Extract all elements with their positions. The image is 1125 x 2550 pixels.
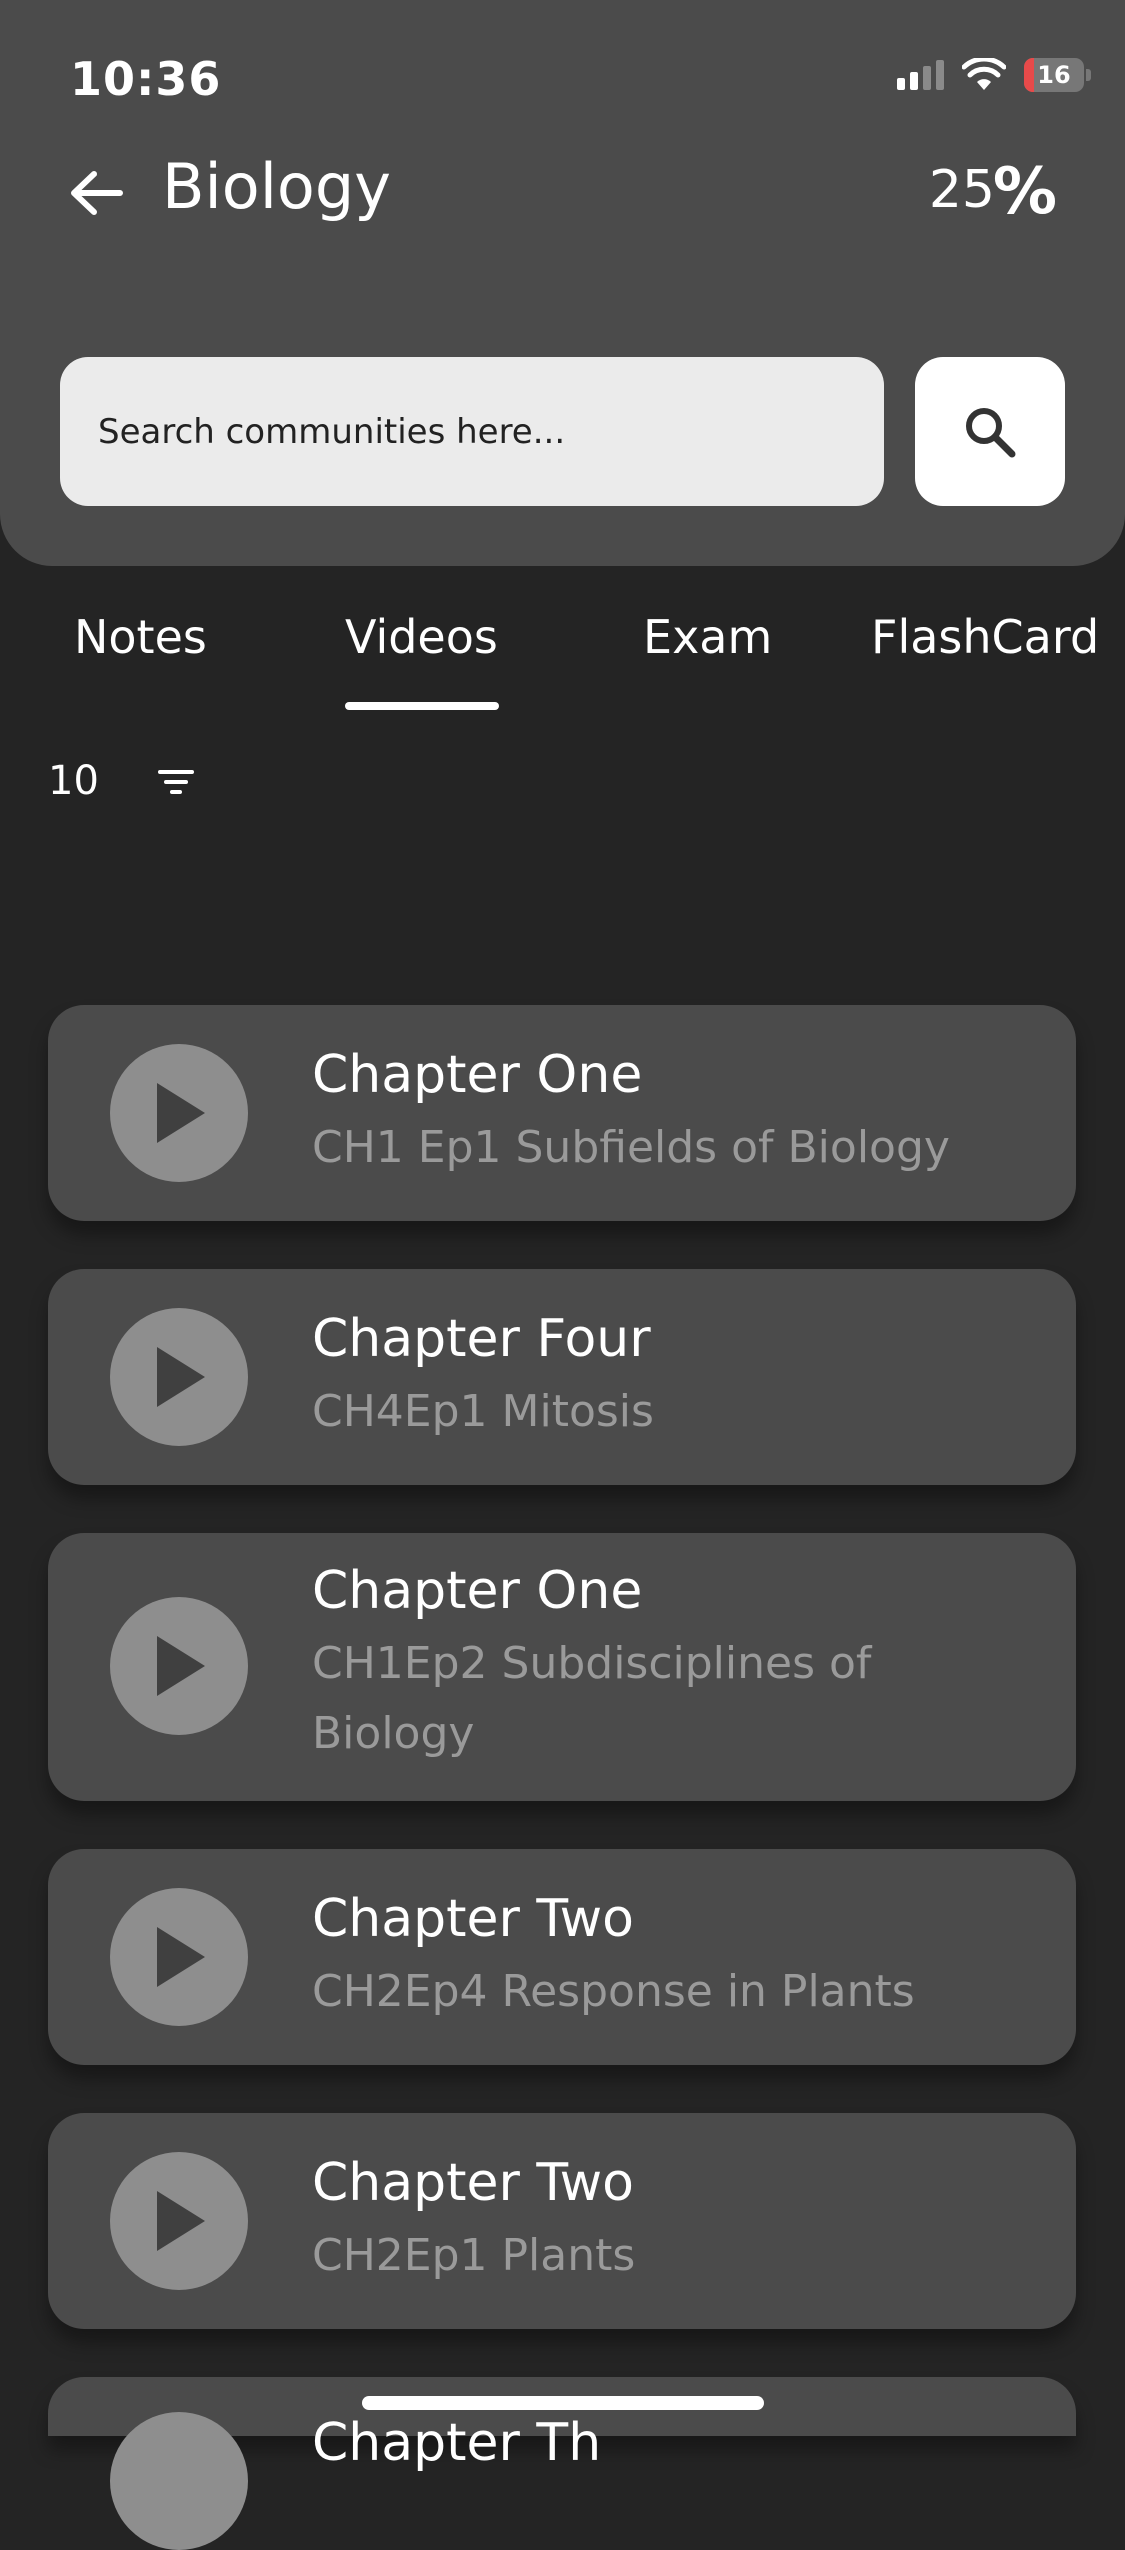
status-icons: 16 (897, 58, 1091, 92)
battery-level: 16 (1037, 61, 1071, 89)
page-title: Biology (162, 150, 391, 223)
play-icon (157, 1927, 205, 1987)
cellular-signal-icon (897, 60, 944, 90)
status-time: 10:36 (70, 52, 222, 106)
wifi-icon (962, 58, 1006, 90)
video-card[interactable]: Chapter One CH1Ep2 Subdisciplines of Bio… (48, 1533, 1076, 1801)
search-icon (966, 407, 1016, 457)
home-indicator (362, 2396, 764, 2410)
play-icon (157, 1347, 205, 1407)
app-header: 10:36 16 Biology 25 % (0, 0, 1125, 566)
video-card-title: Chapter One (312, 1045, 643, 1105)
play-button[interactable] (110, 1888, 248, 2026)
video-card-subtitle: CH2Ep4 Response in Plants (312, 1966, 915, 2017)
filter-icon[interactable] (152, 764, 200, 800)
video-card-subtitle: CH1 Ep1 Subfields of Biology (312, 1122, 950, 1173)
tab-notes[interactable]: Notes (74, 610, 207, 664)
video-card-title: Chapter Two (312, 1889, 634, 1949)
video-card-title: Chapter Two (312, 2153, 634, 2213)
play-button[interactable] (110, 1308, 248, 1446)
search-button[interactable] (915, 357, 1065, 506)
video-card-subtitle: CH1Ep2 Subdisciplines of Biology (312, 1638, 872, 1759)
video-card[interactable]: Chapter Two CH2Ep4 Response in Plants (48, 1849, 1076, 2065)
tab-flashcard[interactable]: FlashCard (871, 610, 1099, 664)
battery-tip (1086, 69, 1091, 81)
play-icon (157, 2191, 205, 2251)
play-icon (157, 1083, 205, 1143)
video-card[interactable]: Chapter One CH1 Ep1 Subfields of Biology (48, 1005, 1076, 1221)
play-icon (157, 1636, 205, 1696)
battery-icon: 16 (1024, 58, 1084, 92)
video-card[interactable]: Chapter Four CH4Ep1 Mitosis (48, 1269, 1076, 1485)
video-card-title: Chapter One (312, 1561, 643, 1621)
arrow-left-icon (71, 171, 123, 215)
result-count: 10 (48, 758, 99, 804)
progress-value: 25 (928, 160, 995, 220)
play-button[interactable] (110, 1597, 248, 1735)
tab-bar: Notes Videos Exam FlashCard (0, 600, 1125, 710)
tab-videos[interactable]: Videos (345, 610, 498, 664)
back-button[interactable] (66, 163, 126, 223)
video-card-subtitle: CH2Ep1 Plants (312, 2230, 636, 2281)
video-card-title: Chapter Th (312, 2413, 602, 2473)
play-button[interactable] (110, 1044, 248, 1182)
search-input[interactable] (96, 410, 884, 453)
tab-exam[interactable]: Exam (643, 610, 772, 664)
video-card[interactable]: Chapter Two CH2Ep1 Plants (48, 2113, 1076, 2329)
play-button[interactable] (110, 2412, 248, 2550)
video-card-subtitle: CH4Ep1 Mitosis (312, 1386, 654, 1437)
play-button[interactable] (110, 2152, 248, 2290)
percent-icon: % (992, 155, 1057, 229)
search-field[interactable] (60, 357, 884, 506)
active-tab-indicator (345, 702, 499, 710)
video-card-title: Chapter Four (312, 1309, 651, 1369)
